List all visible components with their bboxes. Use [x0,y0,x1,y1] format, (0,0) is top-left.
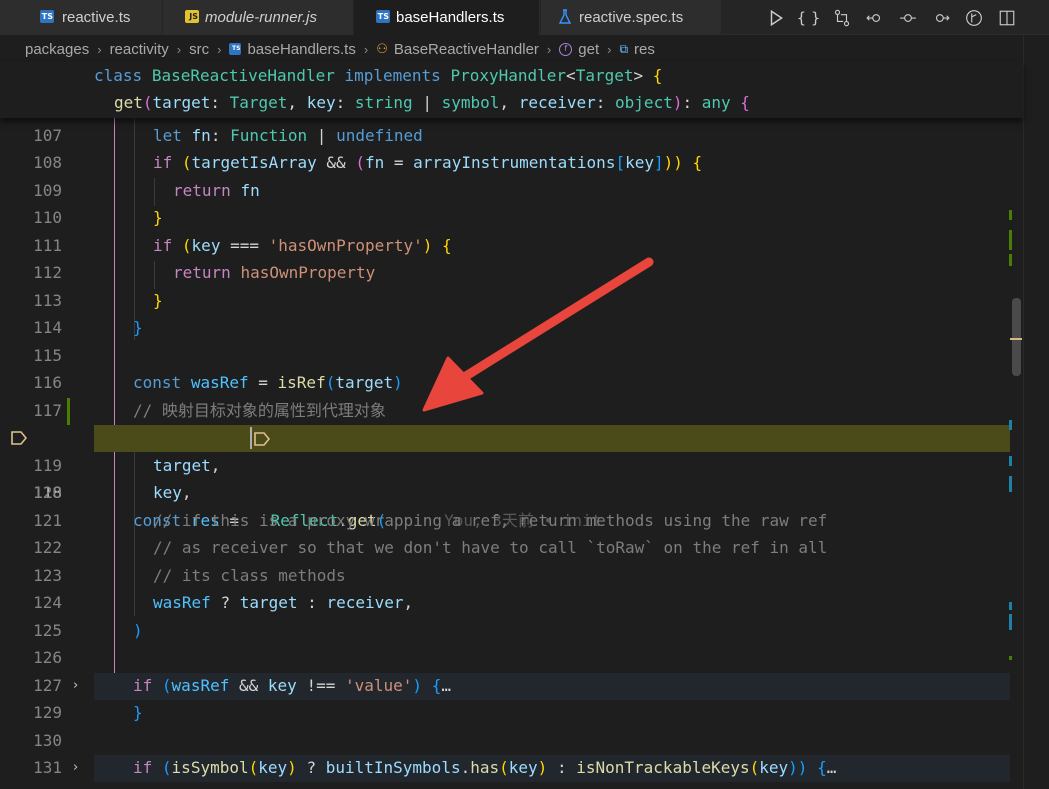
code-line[interactable]: 117// 映射目标对象的属性到代理对象 [0,397,1010,425]
chevron-right-icon: › [176,41,182,57]
code-line[interactable]: 112 return hasOwnProperty [0,259,1010,287]
breadcrumb-label: get [578,40,600,58]
chevron-right-icon: › [607,41,612,57]
chevron-right-icon[interactable]: › [73,672,78,700]
tab-reactive-ts[interactable]: TS reactive.ts [0,0,162,35]
breadcrumb-label: res [634,40,655,58]
breadcrumb-item-method[interactable]: f get [559,41,599,58]
breadcrumb-item-packages[interactable]: packages [25,41,89,58]
code-line[interactable]: 123// its class methods [0,562,1010,590]
vertical-scrollbar-thumb[interactable] [1012,298,1021,376]
split-editor-icon[interactable] [990,0,1023,35]
code-line[interactable]: 110} [0,204,1010,232]
code-line[interactable]: 111 if (key === 'hasOwnProperty') { [0,232,1010,260]
breadcrumb-item-variable[interactable]: ⧉ res [619,41,654,58]
code-line-folded[interactable]: 131 › if (isSymbol(key) ? builtInSymbols.h… [0,754,1010,782]
code-line[interactable]: 113} [0,287,1010,315]
tab-module-runner-js[interactable]: JS module-runner.js [163,0,353,35]
breadcrumb-label: BaseReactiveHandler [393,40,539,58]
breadcrumb-item-class[interactable]: ⚇ BaseReactiveHandler [376,41,539,58]
tab-label: reactive.spec.ts [579,9,684,26]
ruler-mark [1009,476,1012,492]
typescript-file-icon: TS [229,43,242,55]
tab-label: module-runner.js [205,9,317,26]
code-line-folded[interactable]: 127 › if (wasRef && key !== 'value') {… [0,672,1010,700]
compare-changes-icon[interactable] [825,0,858,35]
ruler-mark [1009,456,1012,466]
code-line[interactable]: 115 [0,342,1010,370]
go-forward-icon[interactable] [924,0,957,35]
ruler-mark [1009,210,1012,220]
inline-breakpoint-icon[interactable] [254,432,270,446]
javascript-file-icon: JS [185,10,199,23]
code-line[interactable]: 122// as receiver so that we don't have … [0,534,1010,562]
code-line[interactable]: 107 let fn: Function | undefined [0,122,1010,150]
typescript-file-icon: TS [40,10,54,23]
breadcrumb-label: baseHandlers.ts [247,40,356,58]
tab-label: reactive.ts [62,9,131,26]
function-symbol-icon: f [559,42,573,56]
editor-tab-bar: TS reactive.ts JS module-runner.js TS ba… [0,0,1049,35]
code-line[interactable]: 119 target, [0,452,1010,480]
breadcrumb: packages › reactivity › src › TS baseHan… [0,36,1049,62]
ruler-mark [1009,420,1012,430]
tab-label: baseHandlers.ts [396,9,505,26]
code-editor[interactable]: 107 let fn: Function | undefined 108 if (t… [0,118,1010,789]
lightbulb-breakpoint-icon[interactable] [11,431,27,445]
chevron-right-icon: › [97,41,102,57]
class-symbol-icon: ⚇ [376,41,388,57]
ruler-mark [1009,602,1012,610]
more-actions-icon[interactable] [1023,0,1049,35]
go-back-icon[interactable] [858,0,891,35]
sticky-scroll-header[interactable]: class BaseReactiveHandler implements Pro… [0,62,1023,118]
code-line[interactable]: 125) [0,617,1010,645]
code-line[interactable]: 121// if this is a proxy wrapping a ref,… [0,507,1010,535]
code-line-current[interactable]: 118 const res = Reflect.get( You, 3天前 • … [0,424,1010,530]
folded-ellipsis: … [826,758,837,777]
flask-icon [558,9,572,24]
chevron-right-icon: › [546,41,552,57]
code-line[interactable]: 124 wasRef ? target : receiver, [0,589,1010,617]
commit-icon[interactable] [891,0,924,35]
typescript-file-icon: TS [376,10,390,23]
code-line[interactable]: 114} [0,314,1010,342]
braces-icon[interactable]: { } [792,0,825,35]
minimap[interactable] [1023,36,1049,789]
code-line[interactable]: 130 [0,727,1010,755]
overview-ruler[interactable] [1008,62,1023,789]
chevron-right-icon[interactable]: › [73,754,78,782]
tab-basehandlers-ts[interactable]: TS baseHandlers.ts [354,0,540,35]
source-control-graph-icon[interactable] [957,0,990,35]
code-line[interactable]: 129} [0,699,1010,727]
run-icon[interactable] [759,0,792,35]
chevron-right-icon: › [363,41,369,57]
ruler-mark [1009,254,1012,266]
code-line[interactable]: 126 [0,644,1010,672]
text-cursor [250,427,252,449]
variable-symbol-icon: ⧉ [619,41,629,56]
sticky-class-line[interactable]: class BaseReactiveHandler implements Pro… [94,62,662,89]
breadcrumb-item-src[interactable]: src [189,41,209,58]
tab-reactive-spec-ts[interactable]: reactive.spec.ts [541,0,721,35]
folded-ellipsis: … [441,676,451,695]
editor-toolbar: { } [759,0,1049,35]
code-line[interactable]: 116 const wasRef = isRef(target) [0,369,1010,397]
code-line[interactable]: 108 if (targetIsArray && (fn = arrayInstr… [0,149,1010,177]
code-line[interactable]: 120 key, [0,479,1010,507]
code-line[interactable]: 109 return fn [0,177,1010,205]
sticky-method-line[interactable]: get(target: Target, key: string | symbol… [114,89,750,116]
breadcrumb-item-file[interactable]: TS baseHandlers.ts [229,40,356,58]
ruler-mark [1009,230,1012,250]
breadcrumb-item-reactivity[interactable]: reactivity [110,41,169,58]
chevron-right-icon: › [217,41,222,57]
ruler-mark [1009,656,1012,660]
cursor-position-marker [1010,338,1022,340]
ruler-mark [1009,614,1012,630]
